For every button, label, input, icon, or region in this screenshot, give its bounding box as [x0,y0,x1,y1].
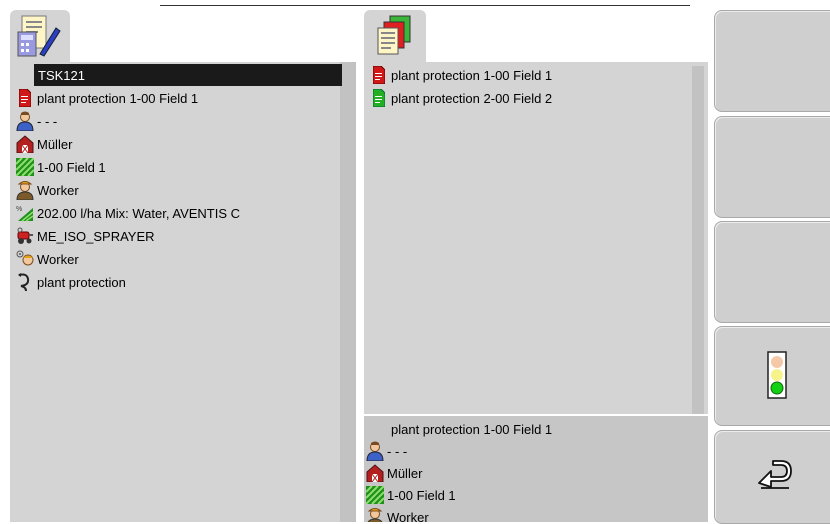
application-rate-icon: % [16,203,34,223]
person-icon [16,111,34,131]
worker-icon [16,180,34,200]
clipped-top-text [0,0,690,8]
tab-task-data[interactable] [10,10,70,62]
list-item[interactable]: ME_ISO_SPRAYER [16,225,155,247]
farm-building-icon [16,134,34,154]
list-item[interactable]: Müller [16,133,72,155]
softkey-1[interactable] [714,10,830,112]
preview-title: plant protection 1-00 Field 1 [391,421,553,437]
task-list-panel[interactable]: plant protection 1-00 Field 1 plant prot… [364,62,708,414]
softkey-status[interactable] [714,326,830,426]
preview-item: 1-00 Field 1 [366,484,456,506]
task-preview-panel: plant protection 1-00 Field 1 - - - Müll… [364,416,708,522]
list-item[interactable]: 1-00 Field 1 [16,156,106,178]
task-list-item[interactable]: plant protection 1-00 Field 1 [370,64,552,86]
return-arrow-icon [758,460,792,489]
person-icon [366,441,384,461]
field-icon [16,157,34,177]
sprayer-icon [16,226,34,246]
task-list-icon [377,15,411,55]
scrollbar[interactable] [340,62,356,522]
tab-task-list[interactable] [364,10,426,62]
worker-icon [366,507,384,522]
softkey-2[interactable] [714,116,830,218]
list-item[interactable]: plant protection [16,271,126,293]
list-item[interactable]: Worker [16,179,79,201]
field-icon [366,485,384,505]
svg-text:%: % [16,206,22,213]
green-document-icon [370,88,388,108]
preview-item: - - - [366,440,407,462]
traffic-light-icon [767,351,787,399]
task-data-icon [17,15,61,57]
list-item[interactable]: plant protection 1-00 Field 1 [16,87,198,109]
task-details-panel[interactable]: TSK121 plant protection 1-00 Field 1 - -… [10,62,356,522]
softkey-3[interactable] [714,221,830,323]
list-item[interactable]: - - - [16,110,57,132]
red-document-icon [16,88,34,108]
list-item-selected[interactable]: TSK121 [34,64,342,86]
red-document-icon [370,65,388,85]
list-item[interactable]: % 202.00 l/ha Mix: Water, AVENTIS C [16,202,240,224]
preview-item: Worker [366,506,429,522]
task-list-item[interactable]: plant protection 2-00 Field 2 [370,87,552,109]
scrollbar[interactable] [692,66,704,414]
worker-face-icon [16,249,34,269]
list-item[interactable]: Worker [16,248,79,270]
preview-item: Müller [366,462,422,484]
softkey-back[interactable] [714,430,830,524]
operation-hook-icon [16,272,34,292]
farm-building-icon [366,463,384,483]
